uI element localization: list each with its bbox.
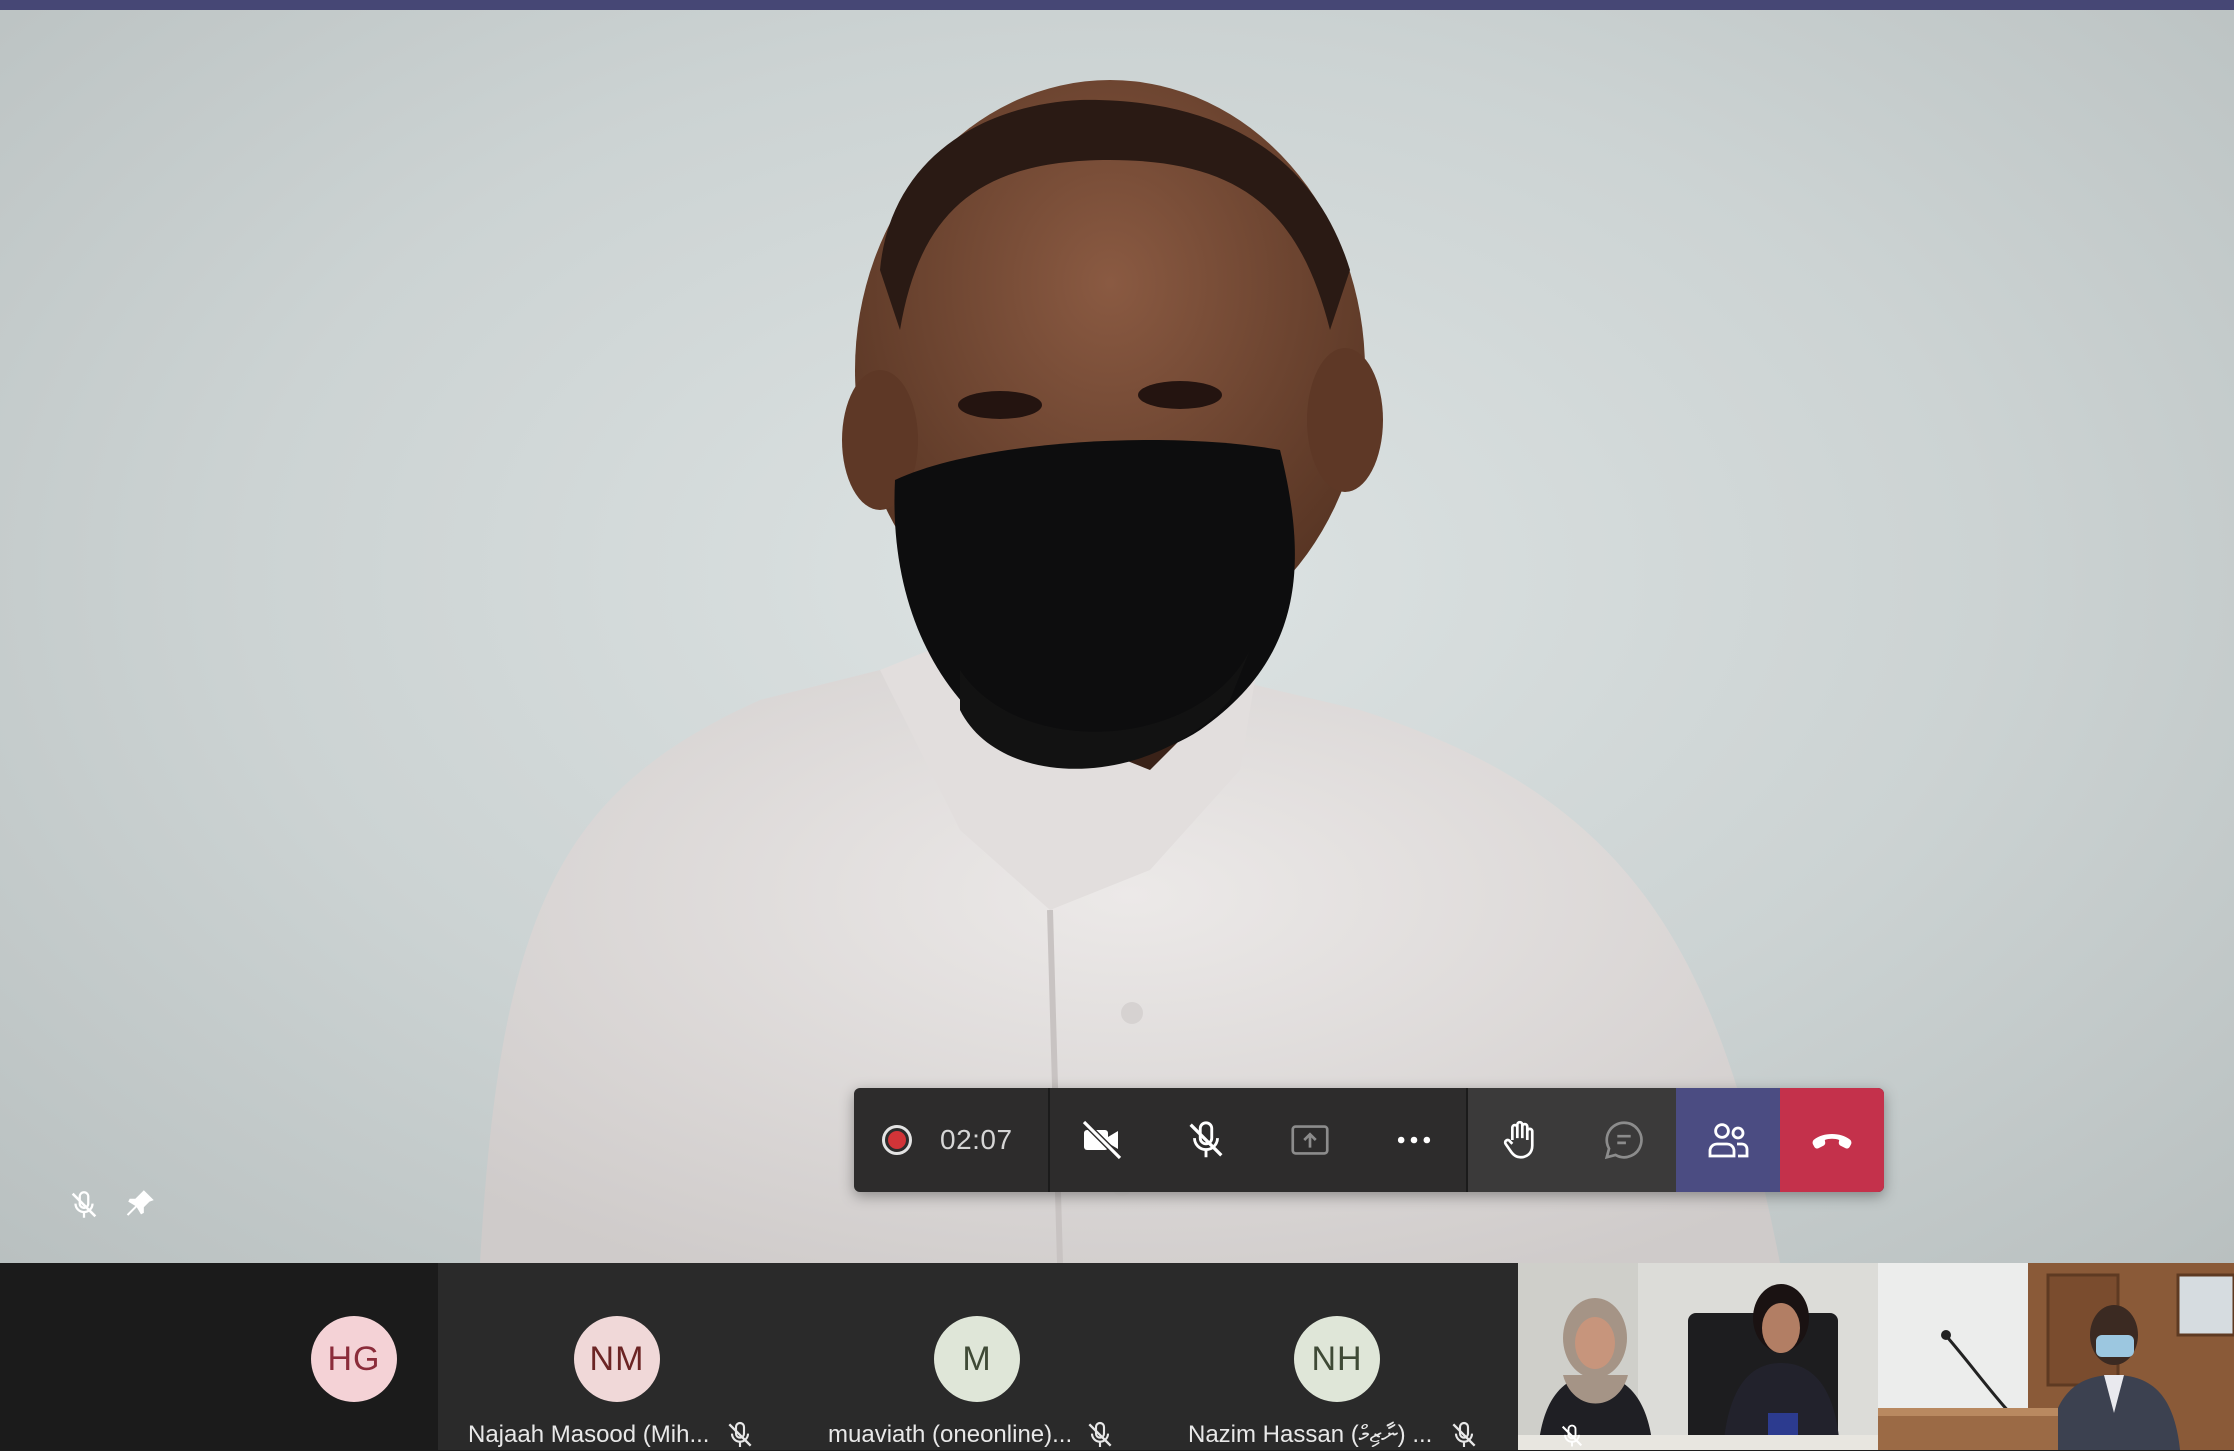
pin-button[interactable] [124,1186,168,1230]
more-icon [1397,1136,1431,1144]
avatar: HG [311,1316,397,1402]
participants-button[interactable] [1676,1088,1780,1192]
mic-off-icon [728,1421,752,1447]
mic-off-icon [1189,1121,1223,1158]
call-controls-bar: 02:07 [854,1088,1884,1192]
window-top-bar [0,0,2234,10]
video-off-icon [1081,1119,1123,1161]
avatar: M [934,1316,1020,1402]
mic-off-icon [1561,1424,1583,1447]
mic-off-icon [1088,1421,1112,1447]
hand-icon [1503,1120,1534,1159]
avatar: NH [1294,1316,1380,1402]
participant-video [1878,1263,2234,1450]
main-video [0,10,2234,1263]
participant-tile[interactable]: M muaviath (oneonline)... [798,1263,1158,1450]
avatar: NM [574,1316,660,1402]
raise-hand-button[interactable] [1468,1088,1572,1192]
participant-strip: HG NM Najaah Masood (Mih... M muaviath (… [0,1263,2234,1450]
participant-tile[interactable]: HG [0,1263,438,1450]
mic-off-icon [1452,1421,1476,1447]
participant-tile[interactable]: NM Najaah Masood (Mih... [438,1263,798,1450]
record-icon [882,1125,912,1155]
tile-mute-indicator [67,1188,111,1232]
call-timer-area: 02:07 [854,1088,1050,1192]
participant-tile[interactable]: NH Nazim Hassan (ނާޒިމް) ... [1158,1263,1518,1450]
participant-name: Nazim Hassan (ނާޒިމް) ... [1188,1421,1433,1448]
chat-icon [1604,1121,1643,1160]
share-screen-icon [1291,1125,1329,1155]
mic-off-icon [71,1191,97,1218]
pin-icon [126,1190,154,1216]
phone-hangup-icon [1812,1134,1852,1149]
participant-name: Najaah Masood (Mih... [468,1421,710,1448]
mute-button[interactable] [1154,1088,1258,1192]
more-actions-button[interactable] [1362,1088,1466,1192]
call-duration: 02:07 [940,1124,1013,1155]
speaker-video-frame [480,80,1780,1263]
participant-video-tile[interactable] [1878,1263,2234,1450]
participant-name: muaviath (oneonline)... [828,1421,1073,1448]
participant-video-tile[interactable] [1518,1263,1878,1450]
chat-button[interactable] [1572,1088,1676,1192]
share-screen-button[interactable] [1258,1088,1362,1192]
hang-up-button[interactable] [1780,1088,1884,1192]
people-icon [1708,1123,1749,1158]
camera-toggle-button[interactable] [1050,1088,1154,1192]
